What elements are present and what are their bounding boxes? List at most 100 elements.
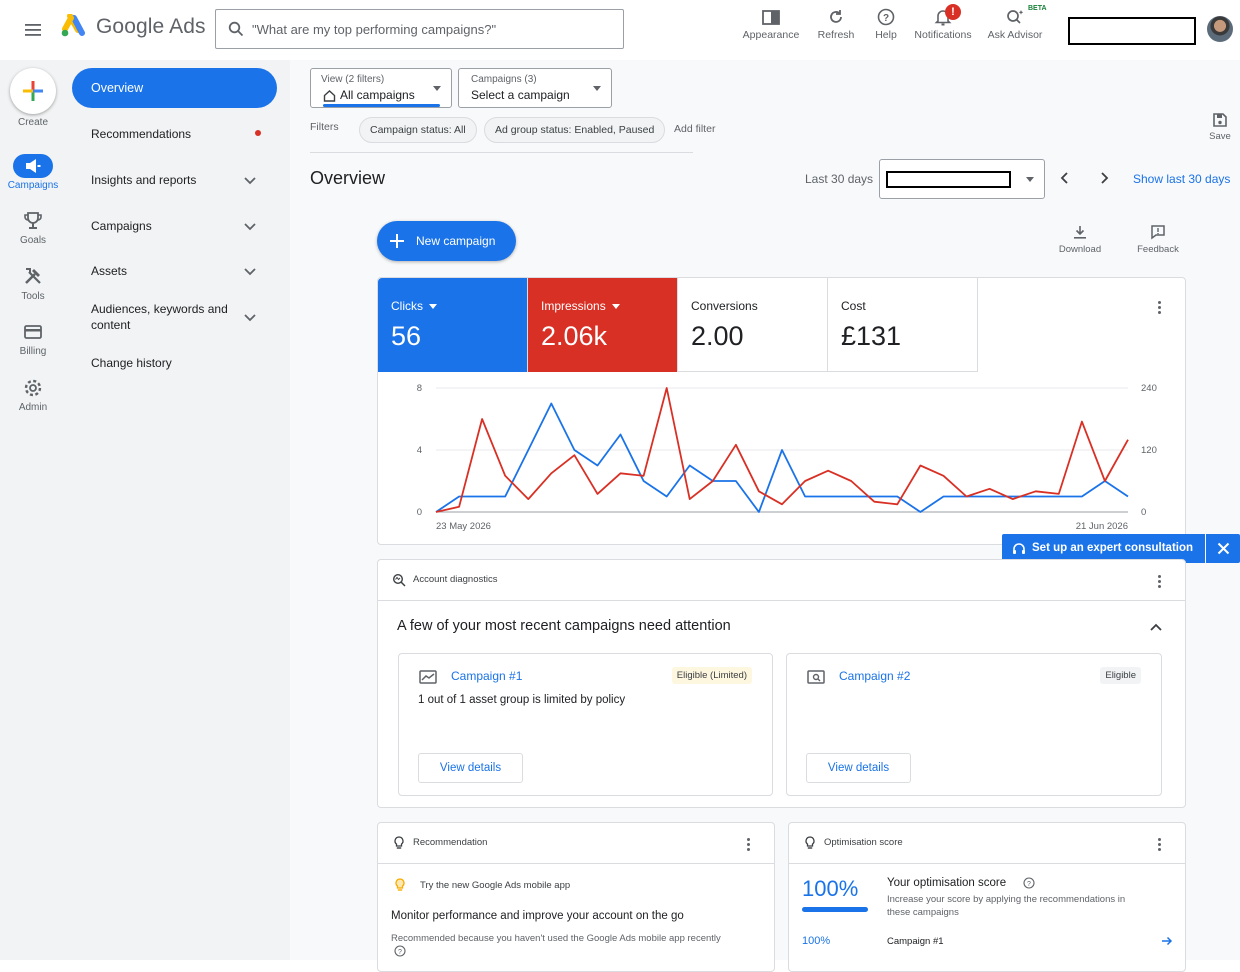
refresh-icon bbox=[830, 10, 842, 23]
chevron-down-icon[interactable] bbox=[243, 264, 257, 278]
notifications-button[interactable]: Notifications bbox=[912, 6, 974, 46]
recommendation-heading: Monitor performance and improve your acc… bbox=[391, 910, 684, 922]
download-button[interactable]: Download bbox=[1055, 224, 1105, 255]
y-right-tick-label: 120 bbox=[1141, 445, 1157, 456]
goals-rail-label[interactable]: Goals bbox=[0, 235, 66, 246]
beta-tag: BETA bbox=[1028, 5, 1047, 12]
chevron-left-icon[interactable] bbox=[1058, 171, 1072, 185]
campaigns-rail-item[interactable] bbox=[13, 154, 53, 178]
campaign-filter-caption: Campaigns (3) bbox=[471, 74, 537, 85]
save-button[interactable]: Save bbox=[1206, 112, 1234, 142]
appearance-label: Appearance bbox=[742, 29, 800, 41]
show-last-30-days-link[interactable]: Show last 30 days bbox=[1133, 172, 1230, 186]
account-selector-redacted[interactable] bbox=[1068, 17, 1196, 45]
more-options-icon[interactable] bbox=[1158, 299, 1162, 315]
metric-cost[interactable]: Cost £131 bbox=[828, 278, 978, 372]
x-tick-label: 23 May 2026 bbox=[436, 521, 491, 532]
y-left-tick-label: 8 bbox=[417, 383, 422, 394]
nav-item-overview[interactable]: Overview bbox=[72, 68, 277, 108]
metric-impressions-value: 2.06k bbox=[541, 321, 608, 351]
admin-rail-label[interactable]: Admin bbox=[0, 402, 66, 413]
refresh-button[interactable]: Refresh bbox=[815, 6, 857, 46]
notification-dot bbox=[255, 130, 261, 136]
filter-chip-campaign-status[interactable]: Campaign status: All bbox=[359, 117, 477, 143]
view-details-button[interactable]: View details bbox=[806, 753, 911, 783]
search-placeholder: "What are my top performing campaigns?" bbox=[252, 21, 497, 37]
performance-chart: 8 240 4 120 0 0 23 May 2026 21 Jun 2026 bbox=[417, 383, 1157, 532]
lightbulb-icon bbox=[805, 836, 815, 849]
nav-panel bbox=[66, 60, 290, 960]
account-diagnostics-card: Account diagnostics A few of your most r… bbox=[377, 559, 1186, 808]
more-options-icon[interactable] bbox=[1158, 836, 1162, 852]
close-expert-button[interactable] bbox=[1206, 534, 1240, 563]
metric-cost-value: £131 bbox=[841, 321, 902, 351]
campaign-2-link[interactable]: Campaign #2 bbox=[839, 669, 910, 683]
optimisation-desc-line2: these campaigns bbox=[887, 907, 959, 918]
search-input[interactable]: "What are my top performing campaigns?" bbox=[215, 9, 624, 49]
filters-label: Filters bbox=[310, 121, 339, 133]
nav-item-insights[interactable]: Insights and reports bbox=[91, 173, 196, 187]
more-options-icon[interactable] bbox=[1158, 573, 1162, 589]
trophy-icon[interactable] bbox=[22, 210, 44, 232]
new-campaign-button[interactable]: New campaign bbox=[377, 221, 516, 261]
date-range-dropdown[interactable] bbox=[879, 159, 1045, 199]
appearance-button[interactable]: Appearance bbox=[742, 6, 800, 46]
arrow-right-icon[interactable] bbox=[1161, 936, 1173, 946]
status-badge: Eligible bbox=[1100, 667, 1141, 684]
metric-conversions[interactable]: Conversions 2.00 bbox=[678, 278, 828, 372]
campaign-filter-dropdown[interactable]: Campaigns (3) Select a campaign bbox=[458, 68, 612, 108]
view-details-button[interactable]: View details bbox=[418, 753, 523, 783]
billing-rail-label[interactable]: Billing bbox=[0, 346, 66, 357]
nav-item-recommendations[interactable]: Recommendations bbox=[91, 127, 191, 141]
divider bbox=[789, 863, 1185, 864]
lightbulb-icon bbox=[394, 836, 404, 849]
help-icon[interactable]: ? bbox=[1023, 877, 1035, 889]
lightbulb-icon bbox=[395, 878, 405, 891]
chevron-right-icon[interactable] bbox=[1097, 171, 1111, 185]
date-range-redacted bbox=[886, 171, 1011, 188]
google-ads-logo[interactable]: Google Ads bbox=[60, 14, 206, 40]
campaign-1-link[interactable]: Campaign #1 bbox=[451, 669, 522, 683]
metric-impressions[interactable]: Impressions 2.06k bbox=[528, 278, 678, 372]
create-button[interactable] bbox=[10, 68, 56, 114]
nav-item-audiences-line2[interactable]: content bbox=[91, 318, 130, 332]
card-icon[interactable] bbox=[22, 321, 44, 343]
recommendation-card: Recommendation Try the new Google Ads mo… bbox=[377, 822, 775, 972]
chevron-down-icon[interactable] bbox=[243, 219, 257, 233]
optimisation-row-campaign[interactable]: Campaign #1 bbox=[887, 936, 944, 947]
y-left-tick-label: 4 bbox=[417, 445, 422, 456]
close-icon bbox=[1217, 542, 1229, 555]
menu-icon[interactable] bbox=[22, 20, 44, 40]
metric-conversions-value: 2.00 bbox=[691, 321, 744, 351]
campaign-card-2: Campaign #2 Eligible View details bbox=[786, 653, 1162, 796]
top-bar: Google Ads "What are my top performing c… bbox=[0, 0, 1240, 60]
tools-icon[interactable] bbox=[22, 265, 44, 287]
tools-rail-label[interactable]: Tools bbox=[0, 291, 66, 302]
app-name: Google Ads bbox=[96, 15, 206, 38]
more-options-icon[interactable] bbox=[747, 836, 751, 852]
help-button[interactable]: ? Help bbox=[870, 6, 902, 46]
add-filter-button[interactable]: Add filter bbox=[674, 123, 715, 135]
appearance-icon bbox=[762, 10, 780, 25]
optimisation-title: Optimisation score bbox=[824, 837, 903, 848]
ask-advisor-button[interactable]: Ask Advisor bbox=[986, 6, 1044, 46]
campaign-1-detail: 1 out of 1 asset group is limited by pol… bbox=[418, 694, 626, 706]
avatar[interactable] bbox=[1207, 16, 1233, 42]
chevron-up-icon[interactable] bbox=[1149, 620, 1163, 634]
nav-item-change-history[interactable]: Change history bbox=[91, 356, 172, 370]
chevron-down-icon[interactable] bbox=[243, 310, 257, 324]
help-icon[interactable]: ? bbox=[394, 945, 406, 957]
optimisation-row-score: 100% bbox=[802, 935, 831, 947]
nav-item-audiences[interactable]: Audiences, keywords and bbox=[91, 302, 228, 316]
page-title: Overview bbox=[310, 168, 386, 188]
nav-item-assets[interactable]: Assets bbox=[91, 264, 127, 278]
view-filter-dropdown[interactable]: View (2 filters) All campaigns bbox=[310, 68, 452, 108]
megaphone-icon bbox=[26, 159, 41, 173]
gear-icon[interactable] bbox=[22, 377, 44, 399]
filter-chip-ad-group-status[interactable]: Ad group status: Enabled, Paused bbox=[484, 117, 666, 143]
metric-clicks[interactable]: Clicks 56 bbox=[378, 278, 528, 372]
chevron-down-icon[interactable] bbox=[243, 173, 257, 187]
nav-item-campaigns[interactable]: Campaigns bbox=[91, 219, 152, 233]
plus-icon bbox=[23, 81, 43, 101]
feedback-button[interactable]: Feedback bbox=[1132, 224, 1184, 255]
